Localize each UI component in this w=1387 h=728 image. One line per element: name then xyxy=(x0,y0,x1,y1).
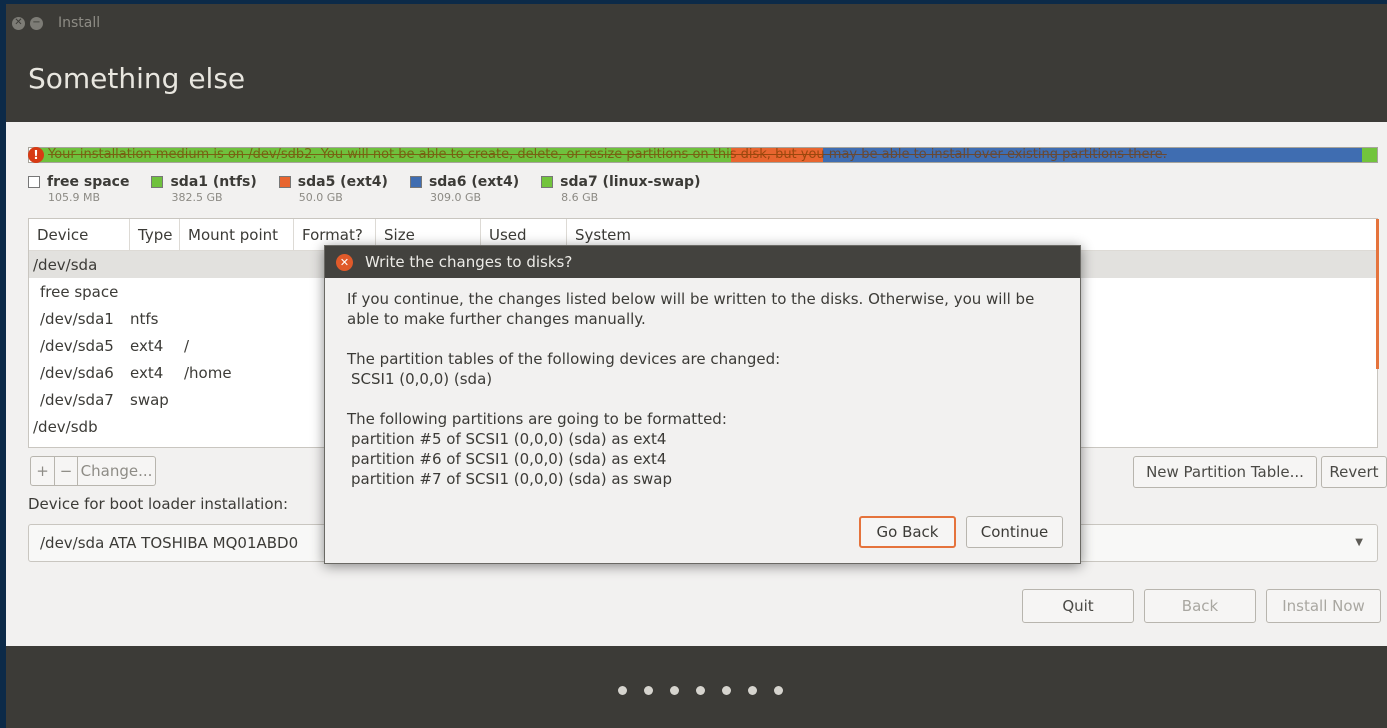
table-actions: New Partition Table... Revert xyxy=(1133,456,1387,488)
legend-item-free: free space 105.9 MB xyxy=(28,174,129,204)
write-changes-dialog: ✕ Write the changes to disks? If you con… xyxy=(324,245,1081,564)
swatch-icon xyxy=(541,176,554,188)
revert-button[interactable]: Revert xyxy=(1321,456,1387,488)
cell-device: /dev/sda6 xyxy=(40,363,114,382)
step-dot xyxy=(696,686,705,695)
legend-label: sda6 (ext4) xyxy=(428,174,520,190)
window-title: Install xyxy=(58,15,101,31)
format-item: partition #6 of SCSI1 (0,0,0) (sda) as e… xyxy=(351,450,667,468)
column-header-mount[interactable]: Mount point xyxy=(180,219,294,250)
legend-label: free space xyxy=(47,174,130,190)
new-partition-table-button[interactable]: New Partition Table... xyxy=(1133,456,1317,488)
dialog-intro: If you continue, the changes listed belo… xyxy=(347,289,1058,329)
legend-size: 382.5 GB xyxy=(171,191,223,204)
cell-device: /dev/sda7 xyxy=(40,390,114,409)
legend-size: 8.6 GB xyxy=(561,191,599,204)
swatch-icon xyxy=(28,176,40,188)
install-now-button[interactable]: Install Now xyxy=(1266,589,1381,623)
dialog-body: If you continue, the changes listed belo… xyxy=(325,278,1080,489)
cell-type: ext4 xyxy=(130,363,164,382)
cell-mount: /home xyxy=(184,363,232,382)
legend-label: sda5 (ext4) xyxy=(297,174,388,190)
legend-item-sda5: sda5 (ext4) 50.0 GB xyxy=(278,174,388,204)
step-dot xyxy=(748,686,757,695)
boot-loader-label: Device for boot loader installation: xyxy=(28,495,289,513)
partition-toolbar: + − Change... xyxy=(30,456,156,486)
step-dot xyxy=(670,686,679,695)
step-dot xyxy=(774,686,783,695)
format-heading: The following partitions are going to be… xyxy=(347,410,727,428)
warning-text: Your installation medium is on /dev/sdb2… xyxy=(48,147,1167,162)
quit-button[interactable]: Quit xyxy=(1022,589,1134,623)
warning-icon: ! xyxy=(28,147,44,163)
intro-line: able to make further changes manually. xyxy=(347,310,646,328)
step-dot xyxy=(618,686,627,695)
step-dot xyxy=(722,686,731,695)
cell-device: /dev/sdb xyxy=(33,417,98,436)
cell-device: /dev/sda5 xyxy=(40,336,114,355)
format-section: The following partitions are going to be… xyxy=(347,409,1058,489)
legend-item-sda7: sda7 (linux-swap) 8.6 GB xyxy=(541,174,700,204)
progress-footer xyxy=(6,646,1387,728)
title-bar: ✕ − Install xyxy=(6,4,1387,42)
change-partition-button[interactable]: Change... xyxy=(78,456,156,486)
legend-label: sda1 (ntfs) xyxy=(170,174,257,190)
boot-loader-value: /dev/sda ATA TOSHIBA MQ01ABD0 xyxy=(40,534,299,552)
swatch-icon xyxy=(278,176,291,188)
remove-partition-button[interactable]: − xyxy=(55,456,78,486)
back-button[interactable]: Back xyxy=(1144,589,1256,623)
tables-heading: The partition tables of the following de… xyxy=(347,350,781,368)
go-back-button[interactable]: Go Back xyxy=(859,516,956,548)
format-item: partition #5 of SCSI1 (0,0,0) (sda) as e… xyxy=(351,430,667,448)
legend-item-sda1: sda1 (ntfs) 382.5 GB xyxy=(151,174,257,204)
dropdown-arrow-icon: ▼ xyxy=(1355,537,1363,548)
cell-device: /dev/sda1 xyxy=(40,309,114,328)
cell-type: ext4 xyxy=(130,336,164,355)
column-header-device[interactable]: Device xyxy=(29,219,130,250)
legend-size: 50.0 GB xyxy=(298,191,343,204)
cell-mount: / xyxy=(184,336,190,355)
minimize-window-icon[interactable]: − xyxy=(30,16,43,30)
cell-type: swap xyxy=(130,390,169,409)
dialog-title: Write the changes to disks? xyxy=(365,253,573,271)
partition-tables-section: The partition tables of the following de… xyxy=(347,349,1058,389)
navigation-buttons: Quit Back Install Now xyxy=(1022,589,1381,623)
close-window-icon[interactable]: ✕ xyxy=(12,16,25,30)
medium-warning-text: Your installation medium is on /dev/sdb2… xyxy=(28,147,1378,163)
legend-size: 309.0 GB xyxy=(429,191,482,204)
legend-item-sda6: sda6 (ext4) 309.0 GB xyxy=(409,174,520,204)
swatch-icon xyxy=(409,176,422,188)
add-partition-button[interactable]: + xyxy=(30,456,55,486)
page-title: Something else xyxy=(28,62,246,95)
dialog-title-bar: ✕ Write the changes to disks? xyxy=(325,246,1080,278)
tables-item: SCSI1 (0,0,0) (sda) xyxy=(351,370,493,388)
legend-label: sda7 (linux-swap) xyxy=(560,174,701,190)
cell-type: ntfs xyxy=(130,309,159,328)
partition-legend: free space 105.9 MB sda1 (ntfs) 382.5 GB… xyxy=(28,174,700,204)
column-header-type[interactable]: Type xyxy=(130,219,180,250)
scrollbar[interactable] xyxy=(1376,219,1379,369)
swatch-icon xyxy=(151,176,164,188)
step-indicator xyxy=(618,686,783,695)
dialog-buttons: Go Back Continue xyxy=(859,516,1063,548)
cell-device: /dev/sda xyxy=(33,255,98,274)
close-dialog-icon[interactable]: ✕ xyxy=(336,253,353,271)
legend-size: 105.9 MB xyxy=(48,191,101,204)
continue-button[interactable]: Continue xyxy=(966,516,1063,548)
intro-line: If you continue, the changes listed belo… xyxy=(347,290,1035,308)
step-dot xyxy=(644,686,653,695)
cell-device: free space xyxy=(40,282,119,301)
format-item: partition #7 of SCSI1 (0,0,0) (sda) as s… xyxy=(351,470,672,488)
